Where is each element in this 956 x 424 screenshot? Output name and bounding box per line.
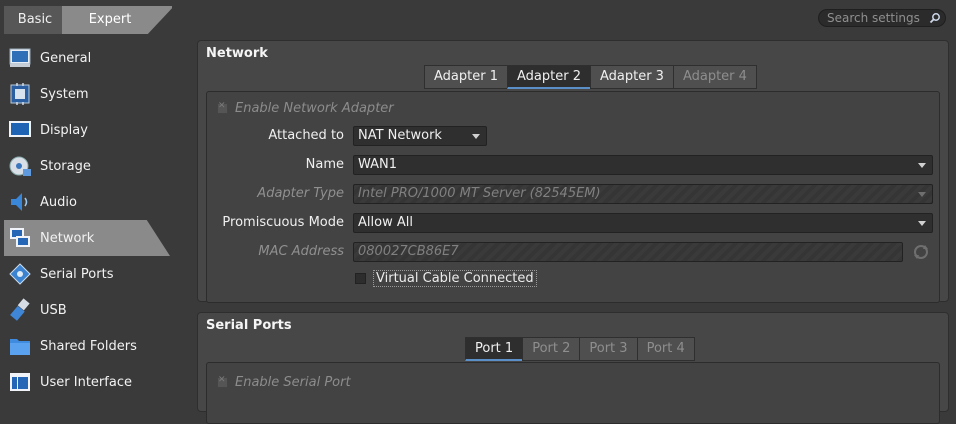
general-icon bbox=[9, 48, 31, 67]
sidebar-item-display[interactable]: Display bbox=[0, 112, 172, 148]
tab-adapter-1[interactable]: Adapter 1 bbox=[424, 65, 507, 89]
adapter-type-label: Adapter Type bbox=[257, 186, 344, 201]
enable-network-adapter-label: Enable Network Adapter bbox=[235, 101, 394, 116]
adapter-settings: Enable Network Adapter Attached to NAT N… bbox=[206, 91, 940, 303]
sidebar-item-serial-ports[interactable]: Serial Ports bbox=[0, 256, 172, 292]
sidebar-item-network[interactable]: Network bbox=[4, 220, 170, 256]
sidebar-item-label: User Interface bbox=[40, 374, 132, 390]
search-input[interactable] bbox=[827, 11, 927, 25]
mac-address-label: MAC Address bbox=[258, 244, 344, 259]
refresh-mac-icon[interactable] bbox=[913, 244, 929, 260]
attached-to-label: Attached to bbox=[268, 128, 344, 143]
port-tabs: Port 1 Port 2 Port 3 Port 4 bbox=[465, 337, 695, 361]
mac-address-field[interactable]: 080027CB86E7 bbox=[353, 242, 903, 262]
attached-to-value: NAT Network bbox=[358, 128, 442, 143]
chevron-down-icon bbox=[918, 192, 926, 197]
sidebar-item-audio[interactable]: Audio bbox=[0, 184, 172, 220]
tab-adapter-4[interactable]: Adapter 4 bbox=[672, 65, 757, 89]
virtual-cable-connected-checkbox[interactable] bbox=[355, 273, 366, 284]
enable-serial-port[interactable]: Enable Serial Port bbox=[217, 375, 351, 390]
adapter-type-row: Adapter Type Intel PRO/1000 MT Server (8… bbox=[207, 184, 939, 204]
promiscuous-mode-row: Promiscuous Mode Allow All bbox=[207, 213, 939, 233]
usb-icon bbox=[10, 298, 30, 321]
chevron-down-icon bbox=[472, 134, 480, 139]
sidebar-item-label: System bbox=[40, 86, 89, 102]
adapter-type-value: Intel PRO/1000 MT Server (82545EM) bbox=[358, 186, 601, 201]
promiscuous-mode-label: Promiscuous Mode bbox=[222, 215, 344, 230]
name-select[interactable]: WAN1 bbox=[353, 155, 933, 175]
sidebar-item-shared-folders[interactable]: Shared Folders bbox=[0, 328, 172, 364]
search-box bbox=[818, 9, 946, 27]
audio-icon bbox=[11, 193, 28, 211]
enable-serial-port-checkbox[interactable] bbox=[217, 375, 228, 388]
name-label: Name bbox=[305, 157, 344, 172]
virtual-cable-connected[interactable]: Virtual Cable Connected bbox=[355, 270, 537, 287]
sidebar-item-usb[interactable]: USB bbox=[0, 292, 172, 328]
search-icon[interactable] bbox=[929, 12, 941, 24]
enable-network-adapter[interactable]: Enable Network Adapter bbox=[217, 101, 394, 116]
serial-ports-icon bbox=[9, 263, 31, 285]
adapter-tabs: Adapter 1 Adapter 2 Adapter 3 Adapter 4 bbox=[424, 65, 757, 89]
sidebar-item-label: Audio bbox=[40, 194, 77, 210]
serial-ports-section: Serial Ports Port 1 Port 2 Port 3 Port 4… bbox=[197, 312, 949, 424]
tab-port-3[interactable]: Port 3 bbox=[579, 337, 637, 361]
storage-icon bbox=[9, 156, 31, 176]
sidebar-item-general[interactable]: General bbox=[0, 40, 172, 76]
attached-to-select[interactable]: NAT Network bbox=[353, 126, 487, 146]
mac-address-row: MAC Address 080027CB86E7 bbox=[207, 242, 939, 262]
tab-port-4[interactable]: Port 4 bbox=[636, 337, 695, 361]
sidebar-item-user-interface[interactable]: User Interface bbox=[0, 364, 172, 400]
sidebar-item-label: Serial Ports bbox=[40, 266, 114, 282]
attached-to-row: Attached to NAT Network bbox=[207, 126, 939, 146]
tab-port-1[interactable]: Port 1 bbox=[465, 337, 523, 361]
sidebar-item-system[interactable]: System bbox=[0, 76, 172, 112]
name-row: Name WAN1 bbox=[207, 155, 939, 175]
sidebar-item-label: Shared Folders bbox=[40, 338, 137, 354]
sidebar-item-label: USB bbox=[40, 302, 67, 318]
basic-mode-tab[interactable]: Basic bbox=[4, 6, 66, 34]
user-interface-icon bbox=[10, 373, 30, 391]
network-icon bbox=[10, 228, 30, 247]
sidebar-item-label: Storage bbox=[40, 158, 91, 174]
tab-adapter-2[interactable]: Adapter 2 bbox=[506, 65, 590, 89]
mode-tabs: Basic Expert bbox=[0, 6, 172, 34]
sidebar-item-label: Network bbox=[40, 230, 95, 246]
settings-sidebar: General System Display Storage Audio Net… bbox=[0, 40, 186, 400]
mac-address-value: 080027CB86E7 bbox=[358, 244, 459, 259]
shared-folders-icon bbox=[10, 339, 30, 355]
promiscuous-mode-select[interactable]: Allow All bbox=[353, 213, 933, 233]
display-icon bbox=[9, 121, 31, 137]
network-section: Network Adapter 1 Adapter 2 Adapter 3 Ad… bbox=[197, 40, 949, 303]
system-icon bbox=[10, 83, 30, 105]
adapter-type-select[interactable]: Intel PRO/1000 MT Server (82545EM) bbox=[353, 184, 933, 204]
virtual-cable-connected-label: Virtual Cable Connected bbox=[373, 270, 537, 287]
name-value: WAN1 bbox=[358, 157, 398, 172]
tab-adapter-3[interactable]: Adapter 3 bbox=[589, 65, 673, 89]
sidebar-item-label: Display bbox=[40, 122, 88, 138]
port-settings: Enable Serial Port bbox=[206, 362, 940, 424]
promiscuous-mode-value: Allow All bbox=[358, 215, 413, 230]
tab-port-2[interactable]: Port 2 bbox=[522, 337, 580, 361]
sidebar-item-label: General bbox=[40, 50, 92, 66]
expert-mode-tab[interactable]: Expert bbox=[62, 6, 172, 34]
section-title: Network bbox=[206, 46, 268, 61]
sidebar-item-storage[interactable]: Storage bbox=[0, 148, 172, 184]
chevron-down-icon bbox=[918, 163, 926, 168]
chevron-down-icon bbox=[918, 221, 926, 226]
section-title: Serial Ports bbox=[206, 318, 292, 333]
enable-network-adapter-checkbox[interactable] bbox=[217, 101, 228, 114]
enable-serial-port-label: Enable Serial Port bbox=[235, 375, 351, 390]
